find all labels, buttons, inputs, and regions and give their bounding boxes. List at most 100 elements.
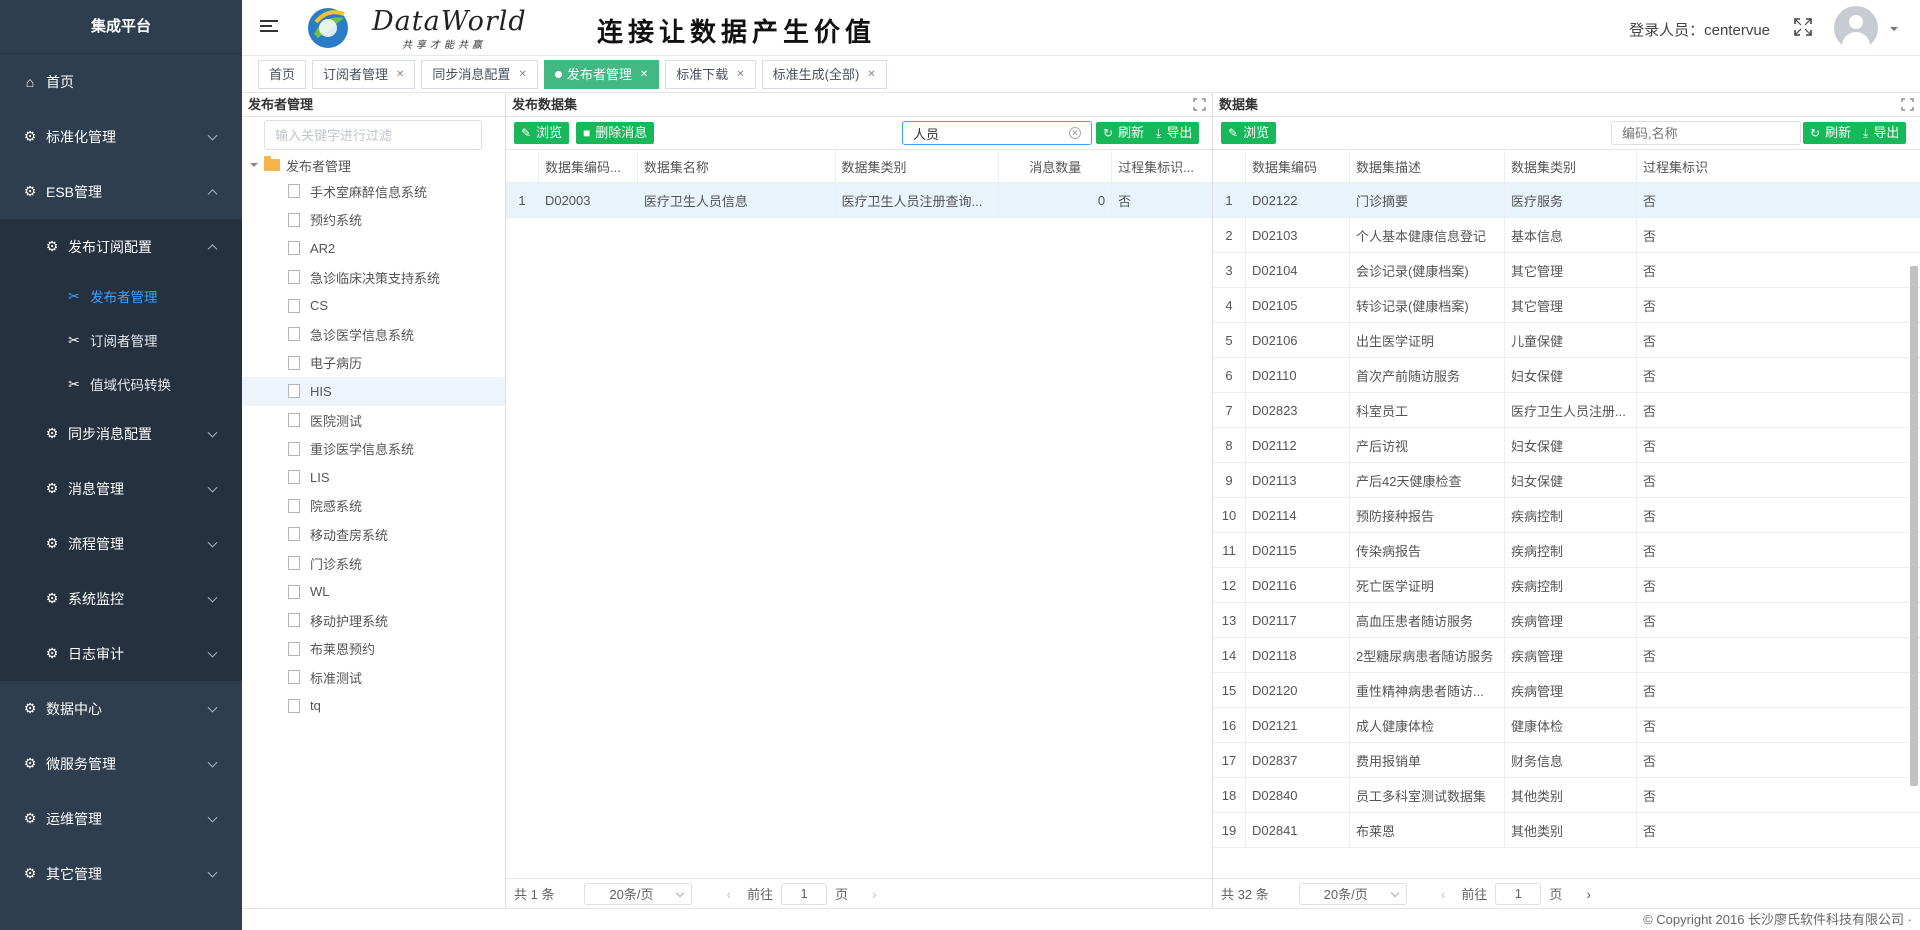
- tree-node[interactable]: 手术室麻醉信息系统: [242, 177, 505, 206]
- column-header[interactable]: 消息数量: [999, 150, 1113, 182]
- table-row[interactable]: 18 D02840 员工多科室测试数据集 其他类别 否: [1213, 778, 1920, 813]
- tree-node[interactable]: 布莱恩预约: [242, 635, 505, 664]
- sidebar-item-message[interactable]: ⚙ 消息管理: [0, 461, 242, 516]
- sidebar-item-audit[interactable]: ⚙ 日志审计: [0, 626, 242, 681]
- column-header[interactable]: 数据集类别: [1505, 150, 1637, 182]
- tree-node[interactable]: 预约系统: [242, 206, 505, 235]
- column-header[interactable]: 数据集编码...: [539, 150, 638, 182]
- expand-icon[interactable]: [1193, 98, 1206, 111]
- tree-node[interactable]: 急诊临床决策支持系统: [242, 263, 505, 292]
- next-page-icon[interactable]: ›: [1586, 886, 1591, 902]
- close-icon[interactable]: ✕: [396, 61, 404, 88]
- tree-node[interactable]: 移动护理系统: [242, 606, 505, 635]
- caret-down-icon[interactable]: [250, 163, 258, 171]
- close-icon[interactable]: ✕: [867, 61, 875, 88]
- tree-node[interactable]: tq: [242, 692, 505, 721]
- fullscreen-icon[interactable]: [1794, 18, 1812, 36]
- table-row[interactable]: 19 D02841 布莱恩 其他类别 否: [1213, 813, 1920, 848]
- tab-subscriber[interactable]: 订阅者管理 ✕: [312, 60, 416, 89]
- browse-button[interactable]: ✎ 浏览: [514, 122, 570, 144]
- avatar[interactable]: [1834, 6, 1878, 50]
- tree-node[interactable]: LIS: [242, 463, 505, 492]
- tab-standard-download[interactable]: 标准下载 ✕: [665, 60, 756, 89]
- hamburger-menu-icon[interactable]: [260, 17, 278, 35]
- page-size-select[interactable]: 20条/页: [1298, 882, 1407, 905]
- tab-sync-message[interactable]: 同步消息配置 ✕: [421, 60, 538, 89]
- prev-page-icon[interactable]: ‹: [726, 886, 731, 902]
- delete-message-button[interactable]: ■ 删除消息: [576, 122, 655, 144]
- column-header[interactable]: 数据集编码: [1246, 150, 1350, 182]
- browse-button[interactable]: ✎ 浏览: [1221, 122, 1277, 144]
- tab-publisher[interactable]: 发布者管理 ✕: [543, 60, 660, 89]
- table-row[interactable]: 9 D02113 产后42天健康检查 妇女保健 否: [1213, 463, 1920, 498]
- tree-node[interactable]: AR2: [242, 234, 505, 263]
- sidebar-item-data-center[interactable]: ⚙ 数据中心: [0, 681, 242, 736]
- close-icon[interactable]: ✕: [736, 61, 744, 88]
- export-button[interactable]: ⤓ 导出: [1149, 122, 1200, 144]
- tree-node[interactable]: WL: [242, 577, 505, 606]
- tree-filter-input[interactable]: [264, 120, 482, 150]
- sidebar-item-flow[interactable]: ⚙ 流程管理: [0, 516, 242, 571]
- tree-node[interactable]: CS: [242, 291, 505, 320]
- tab-standard-generate[interactable]: 标准生成(全部) ✕: [761, 60, 887, 89]
- close-icon[interactable]: ✕: [640, 61, 648, 88]
- table-row[interactable]: 5 D02106 出生医学证明 儿童保健 否: [1213, 323, 1920, 358]
- refresh-button[interactable]: ↻ 刷新: [1803, 122, 1859, 144]
- next-page-icon[interactable]: ›: [872, 886, 877, 902]
- prev-page-icon[interactable]: ‹: [1441, 886, 1446, 902]
- scrollbar[interactable]: [1910, 266, 1918, 786]
- table-row[interactable]: 15 D02120 重性精神病患者随访... 疾病管理 否: [1213, 673, 1920, 708]
- tree-node[interactable]: 急诊医学信息系统: [242, 320, 505, 349]
- page-size-select[interactable]: 20条/页: [584, 882, 693, 905]
- dataset-search-input[interactable]: [902, 121, 1092, 145]
- column-header[interactable]: 过程集标识...: [1112, 150, 1212, 182]
- table-row[interactable]: 11 D02115 传染病报告 疾病控制 否: [1213, 533, 1920, 568]
- clear-icon[interactable]: ✕: [1069, 127, 1081, 139]
- sidebar-item-standardization[interactable]: ⚙ 标准化管理: [0, 109, 242, 164]
- table-row[interactable]: 3 D02104 会诊记录(健康档案) 其它管理 否: [1213, 253, 1920, 288]
- sidebar-item-esb[interactable]: ⚙ ESB管理: [0, 164, 242, 219]
- tree-node[interactable]: 标准测试: [242, 663, 505, 692]
- table-row[interactable]: 13 D02117 高血压患者随访服务 疾病管理 否: [1213, 603, 1920, 638]
- sidebar-item-code-conversion[interactable]: ✂ 值域代码转换: [0, 362, 242, 406]
- table-row[interactable]: 16 D02121 成人健康体检 健康体检 否: [1213, 708, 1920, 743]
- column-header[interactable]: 数据集名称: [638, 150, 836, 182]
- tree-node[interactable]: 门诊系统: [242, 549, 505, 578]
- caret-down-icon[interactable]: [1890, 27, 1898, 35]
- tree-node[interactable]: 医院测试: [242, 406, 505, 435]
- tree-node[interactable]: 院感系统: [242, 492, 505, 521]
- sidebar-item-sync-message[interactable]: ⚙ 同步消息配置: [0, 406, 242, 461]
- sidebar-item-publisher[interactable]: ✂ 发布者管理: [0, 274, 242, 318]
- table-row[interactable]: 6 D02110 首次产前随访服务 妇女保健 否: [1213, 358, 1920, 393]
- sidebar-item-pubsub-config[interactable]: ⚙ 发布订阅配置: [0, 219, 242, 274]
- column-header[interactable]: 数据集描述: [1350, 150, 1505, 182]
- sidebar-item-microservice[interactable]: ⚙ 微服务管理: [0, 736, 242, 791]
- page-input[interactable]: [1495, 882, 1542, 905]
- sidebar-item-other[interactable]: ⚙ 其它管理: [0, 846, 242, 901]
- table-row[interactable]: 1 D02003 医疗卫生人员信息 医疗卫生人员注册查询... 0 否: [506, 183, 1212, 218]
- table-row[interactable]: 4 D02105 转诊记录(健康档案) 其它管理 否: [1213, 288, 1920, 323]
- tree-node[interactable]: 电子病历: [242, 349, 505, 378]
- export-button[interactable]: ⤓ 导出: [1856, 122, 1907, 144]
- sidebar-item-subscriber[interactable]: ✂ 订阅者管理: [0, 318, 242, 362]
- column-header[interactable]: 数据集类别: [836, 150, 1000, 182]
- table-row[interactable]: 14 D02118 2型糖尿病患者随访服务 疾病管理 否: [1213, 638, 1920, 673]
- close-icon[interactable]: ✕: [518, 61, 526, 88]
- table-row[interactable]: 2 D02103 个人基本健康信息登记 基本信息 否: [1213, 218, 1920, 253]
- tree-node[interactable]: 重诊医学信息系统: [242, 434, 505, 463]
- table-row[interactable]: 10 D02114 预防接种报告 疾病控制 否: [1213, 498, 1920, 533]
- tree-root[interactable]: 发布者管理: [242, 153, 505, 177]
- dataset-search-input[interactable]: [1611, 121, 1801, 145]
- column-header[interactable]: 过程集标识: [1637, 150, 1899, 182]
- table-row[interactable]: 17 D02837 费用报销单 财务信息 否: [1213, 743, 1920, 778]
- table-row[interactable]: 12 D02116 死亡医学证明 疾病控制 否: [1213, 568, 1920, 603]
- tab-home[interactable]: 首页: [258, 60, 307, 89]
- sidebar-item-home[interactable]: ⌂ 首页: [0, 54, 242, 109]
- expand-icon[interactable]: [1901, 98, 1914, 111]
- table-row[interactable]: 1 D02122 门诊摘要 医疗服务 否: [1213, 183, 1920, 218]
- sidebar-item-monitor[interactable]: ⚙ 系统监控: [0, 571, 242, 626]
- tree-node[interactable]: 移动查房系统: [242, 520, 505, 549]
- page-input[interactable]: [781, 882, 828, 905]
- sidebar-item-ops[interactable]: ⚙ 运维管理: [0, 791, 242, 846]
- refresh-button[interactable]: ↻ 刷新: [1096, 122, 1152, 144]
